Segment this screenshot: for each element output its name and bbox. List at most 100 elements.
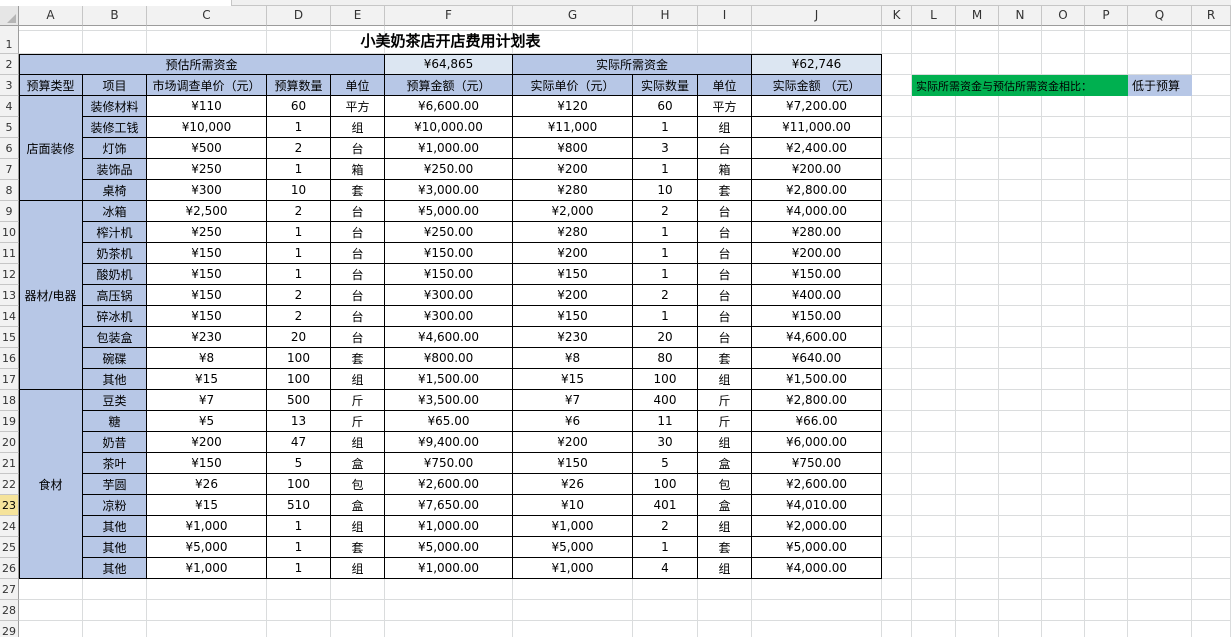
row-header-16[interactable]: 16 xyxy=(0,348,19,369)
header-8[interactable]: 实际数量 xyxy=(633,75,698,96)
item-value[interactable]: ¥280 xyxy=(513,222,633,243)
item-value[interactable]: ¥11,000.00 xyxy=(752,117,882,138)
item-value[interactable]: ¥26 xyxy=(513,474,633,495)
item-value[interactable]: 20 xyxy=(633,327,698,348)
header-9[interactable]: 单位 xyxy=(698,75,752,96)
item-value[interactable]: ¥6,000.00 xyxy=(752,432,882,453)
item-value[interactable]: 台 xyxy=(331,138,385,159)
item-value[interactable]: ¥1,500.00 xyxy=(752,369,882,390)
item-value[interactable]: 100 xyxy=(267,348,331,369)
item-value[interactable]: 500 xyxy=(267,390,331,411)
row-header-21[interactable]: 21 xyxy=(0,453,19,474)
estimated-funds-label[interactable]: 预估所需资金 xyxy=(19,54,385,75)
item-value[interactable]: ¥150.00 xyxy=(385,264,513,285)
item-value[interactable]: ¥250.00 xyxy=(385,222,513,243)
item-value[interactable]: ¥2,400.00 xyxy=(752,138,882,159)
item-value[interactable]: 套 xyxy=(698,348,752,369)
item-value[interactable]: ¥640.00 xyxy=(752,348,882,369)
item-value[interactable]: ¥7 xyxy=(147,390,267,411)
row-header-2[interactable]: 2 xyxy=(0,54,19,75)
item-value[interactable]: ¥6 xyxy=(513,411,633,432)
sheet-title[interactable]: 小美奶茶店开店费用计划表 xyxy=(19,26,882,54)
row-header-28[interactable]: 28 xyxy=(0,600,19,621)
item-value[interactable]: ¥2,800.00 xyxy=(752,180,882,201)
item-value[interactable]: 台 xyxy=(331,222,385,243)
item-value[interactable]: ¥250.00 xyxy=(385,159,513,180)
item-value[interactable]: ¥4,010.00 xyxy=(752,495,882,516)
item-value[interactable]: ¥1,000 xyxy=(147,516,267,537)
category-cell[interactable]: 食材 xyxy=(19,390,83,579)
item-value[interactable]: 5 xyxy=(633,453,698,474)
item-value[interactable]: 盒 xyxy=(331,453,385,474)
row-header-4[interactable]: 4 xyxy=(0,96,19,117)
item-value[interactable]: ¥6,600.00 xyxy=(385,96,513,117)
item-value[interactable]: 1 xyxy=(633,243,698,264)
header-3[interactable]: 市场调查单价（元） xyxy=(147,75,267,96)
item-value[interactable]: 1 xyxy=(267,264,331,285)
item-name[interactable]: 碎冰机 xyxy=(83,306,147,327)
item-name[interactable]: 装修材料 xyxy=(83,96,147,117)
item-value[interactable]: ¥150 xyxy=(147,453,267,474)
row-header-25[interactable]: 25 xyxy=(0,537,19,558)
item-value[interactable]: ¥1,000.00 xyxy=(385,138,513,159)
item-value[interactable]: 斤 xyxy=(698,390,752,411)
item-name[interactable]: 豆类 xyxy=(83,390,147,411)
item-value[interactable]: 台 xyxy=(698,264,752,285)
item-name[interactable]: 冰箱 xyxy=(83,201,147,222)
item-value[interactable]: 1 xyxy=(633,159,698,180)
row-header-19[interactable]: 19 xyxy=(0,411,19,432)
item-value[interactable]: 箱 xyxy=(698,159,752,180)
row-header-13[interactable]: 13 xyxy=(0,285,19,306)
item-value[interactable]: 30 xyxy=(633,432,698,453)
item-value[interactable]: ¥500 xyxy=(147,138,267,159)
column-header-g[interactable]: G xyxy=(513,6,633,26)
item-value[interactable]: ¥2,500 xyxy=(147,201,267,222)
row-header-12[interactable]: 12 xyxy=(0,264,19,285)
column-header-e[interactable]: E xyxy=(331,6,385,26)
item-value[interactable]: ¥150 xyxy=(513,264,633,285)
item-value[interactable]: 1 xyxy=(633,537,698,558)
row-header-3[interactable]: 3 xyxy=(0,75,19,96)
column-header-c[interactable]: C xyxy=(147,6,267,26)
estimated-funds-total[interactable]: ¥64,865 xyxy=(385,54,513,75)
item-name[interactable]: 碗碟 xyxy=(83,348,147,369)
item-value[interactable]: 台 xyxy=(331,285,385,306)
column-header-n[interactable]: N xyxy=(999,6,1042,26)
column-header-o[interactable]: O xyxy=(1042,6,1085,26)
column-header-i[interactable]: I xyxy=(698,6,752,26)
item-value[interactable]: 2 xyxy=(633,516,698,537)
item-value[interactable]: ¥2,000.00 xyxy=(752,516,882,537)
item-value[interactable]: ¥250 xyxy=(147,222,267,243)
item-value[interactable]: 5 xyxy=(267,453,331,474)
item-value[interactable]: 2 xyxy=(267,285,331,306)
column-header-p[interactable]: P xyxy=(1085,6,1128,26)
item-value[interactable]: ¥10 xyxy=(513,495,633,516)
item-value[interactable]: ¥5,000.00 xyxy=(752,537,882,558)
item-value[interactable]: 台 xyxy=(331,264,385,285)
item-value[interactable]: ¥150.00 xyxy=(752,306,882,327)
item-value[interactable]: ¥65.00 xyxy=(385,411,513,432)
item-value[interactable]: 1 xyxy=(267,243,331,264)
column-header-f[interactable]: F xyxy=(385,6,513,26)
item-value[interactable]: 斤 xyxy=(331,390,385,411)
row-header-23[interactable]: 23 xyxy=(0,495,19,516)
row-header-15[interactable]: 15 xyxy=(0,327,19,348)
item-value[interactable]: ¥4,600.00 xyxy=(385,327,513,348)
item-value[interactable]: ¥15 xyxy=(513,369,633,390)
item-value[interactable]: ¥200 xyxy=(513,285,633,306)
item-value[interactable]: 1 xyxy=(267,159,331,180)
item-value[interactable]: 平方 xyxy=(698,96,752,117)
row-header-8[interactable]: 8 xyxy=(0,180,19,201)
item-value[interactable]: ¥300.00 xyxy=(385,285,513,306)
item-value[interactable]: 组 xyxy=(331,117,385,138)
column-header-b[interactable]: B xyxy=(83,6,147,26)
column-header-j[interactable]: J xyxy=(752,6,882,26)
column-header-h[interactable]: H xyxy=(633,6,698,26)
actual-funds-label[interactable]: 实际所需资金 xyxy=(513,54,752,75)
item-value[interactable]: ¥150 xyxy=(147,285,267,306)
row-header-10[interactable]: 10 xyxy=(0,222,19,243)
item-value[interactable]: ¥66.00 xyxy=(752,411,882,432)
item-value[interactable]: ¥2,000 xyxy=(513,201,633,222)
item-value[interactable]: 11 xyxy=(633,411,698,432)
row-header-24[interactable]: 24 xyxy=(0,516,19,537)
